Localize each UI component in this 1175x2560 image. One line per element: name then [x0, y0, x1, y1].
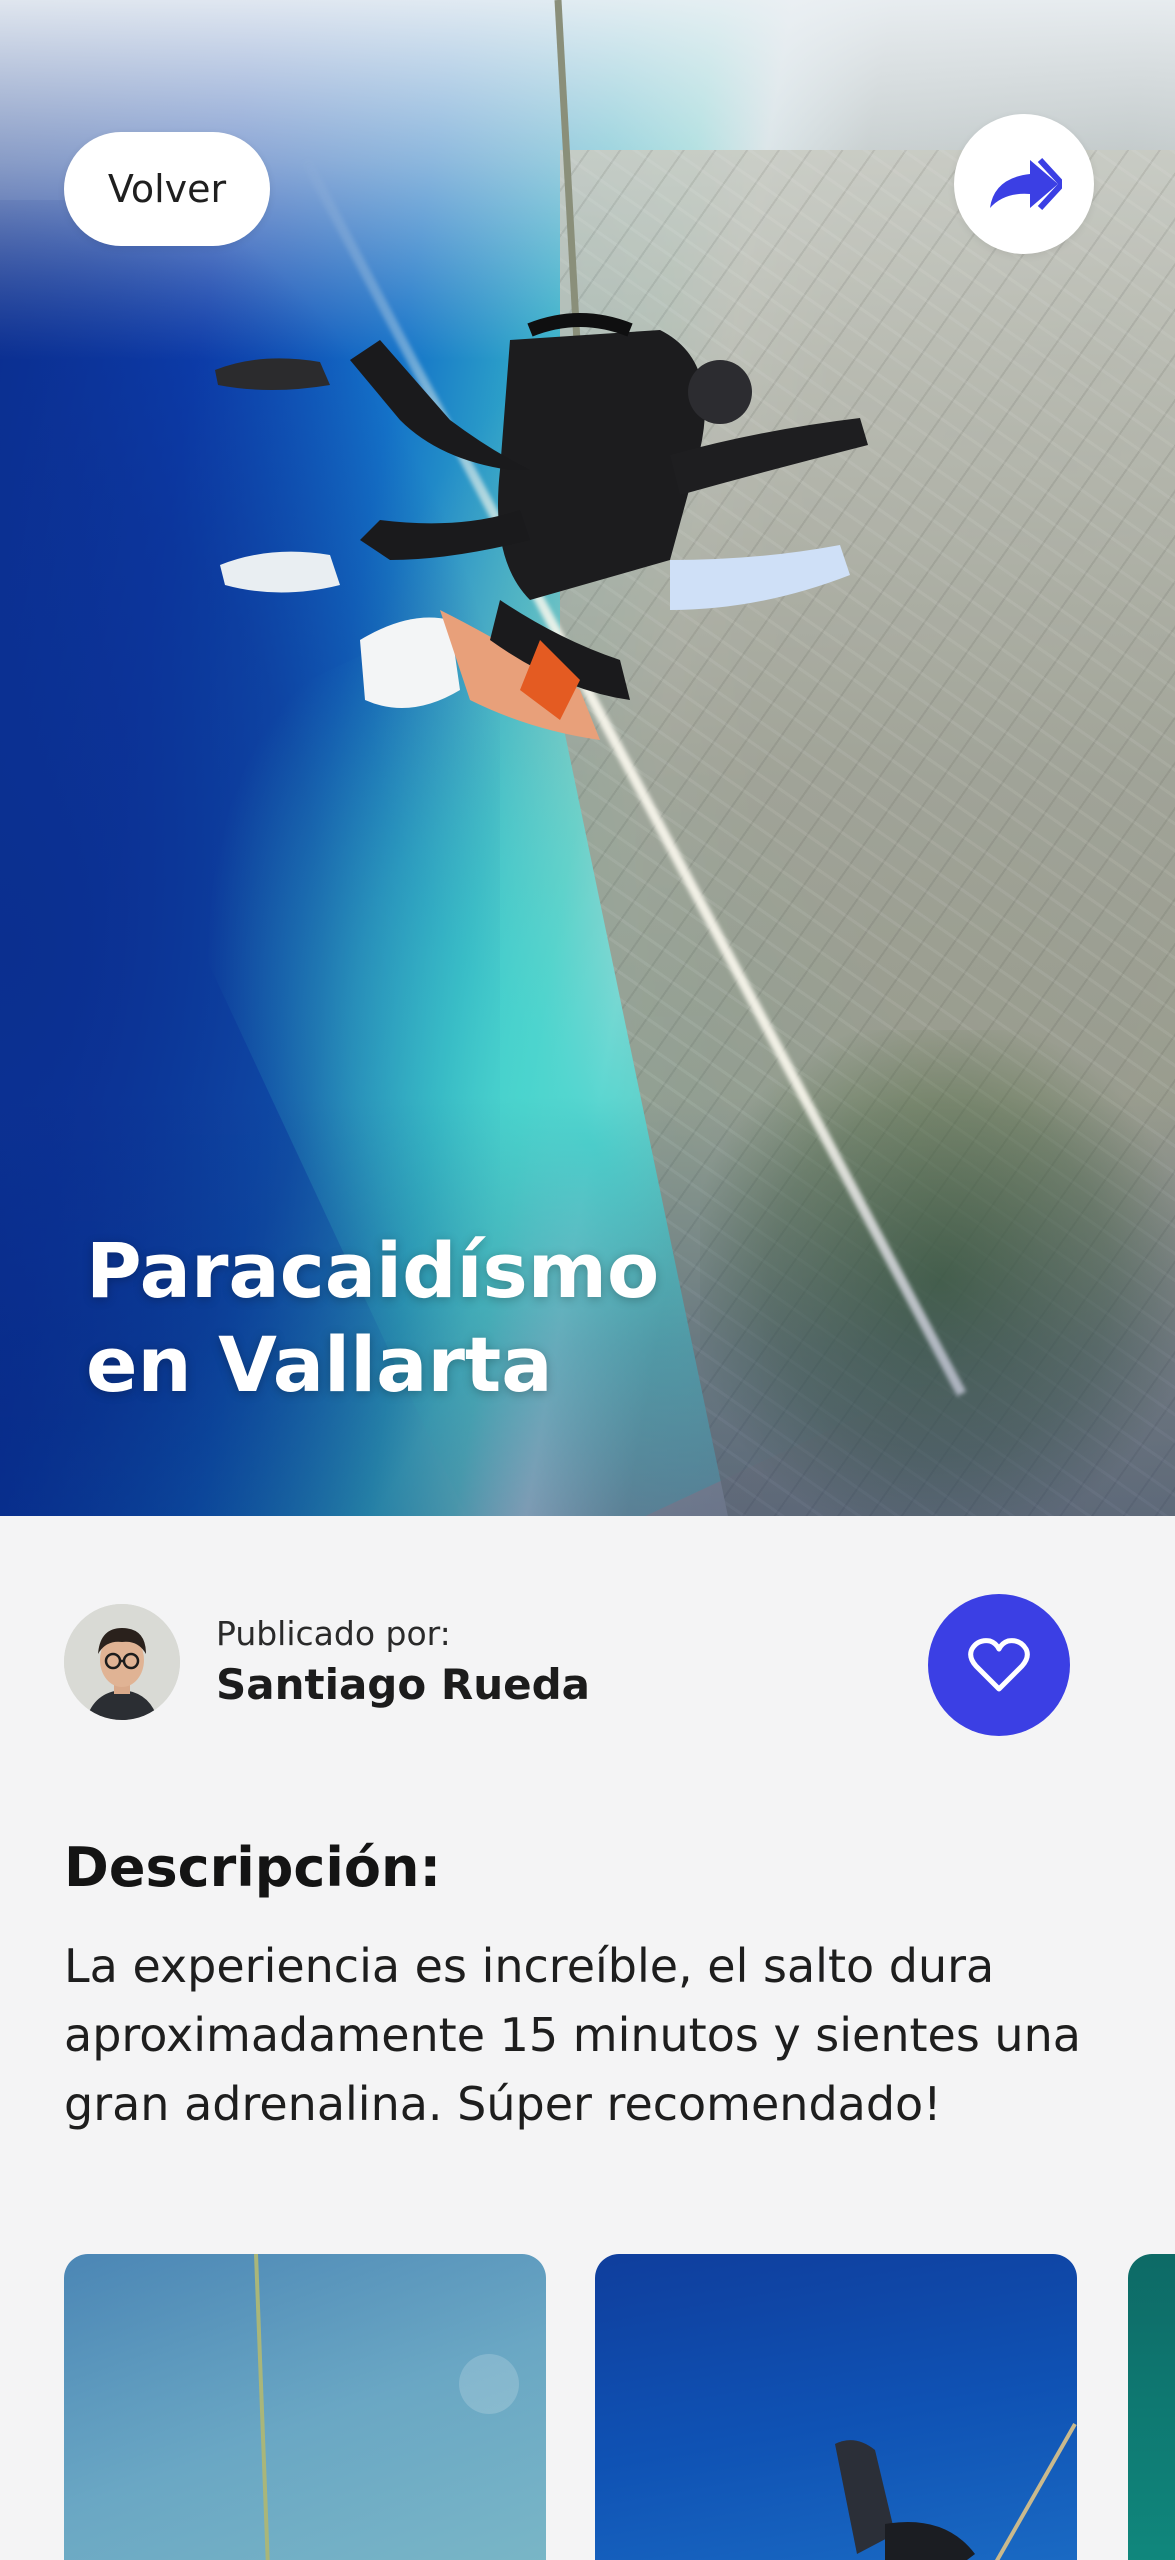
skydiver-illustration — [215, 0, 868, 740]
posted-by-label: Publicado por: — [216, 1614, 451, 1653]
back-button[interactable]: Volver — [64, 132, 270, 246]
gallery-photo-2[interactable] — [595, 2254, 1077, 2560]
back-button-label: Volver — [107, 167, 227, 211]
page-title-line-1: Paracaidísmo — [86, 1226, 660, 1315]
avatar[interactable] — [64, 1604, 180, 1720]
avatar-portrait — [64, 1604, 180, 1720]
gallery-photo-3[interactable] — [1128, 2254, 1175, 2560]
share-button[interactable] — [954, 114, 1094, 254]
gallery-photo-2-image — [835, 2423, 1077, 2560]
page-title-line-2: en Vallarta — [86, 1320, 553, 1409]
share-forward-icon — [990, 157, 1062, 211]
gallery-photo-1[interactable] — [64, 2254, 546, 2560]
description-title: Descripción: — [64, 1836, 442, 1899]
like-button[interactable] — [928, 1594, 1070, 1736]
heart-icon — [968, 1638, 1030, 1692]
author-name[interactable]: Santiago Rueda — [216, 1660, 590, 1709]
description-text: La experiencia es increíble, el salto du… — [64, 1939, 1081, 2131]
gallery-photo-1-image — [254, 2254, 519, 2560]
photo-gallery[interactable] — [0, 2254, 1175, 2560]
page-title: Paracaidísmo en Vallarta — [86, 1224, 986, 1412]
